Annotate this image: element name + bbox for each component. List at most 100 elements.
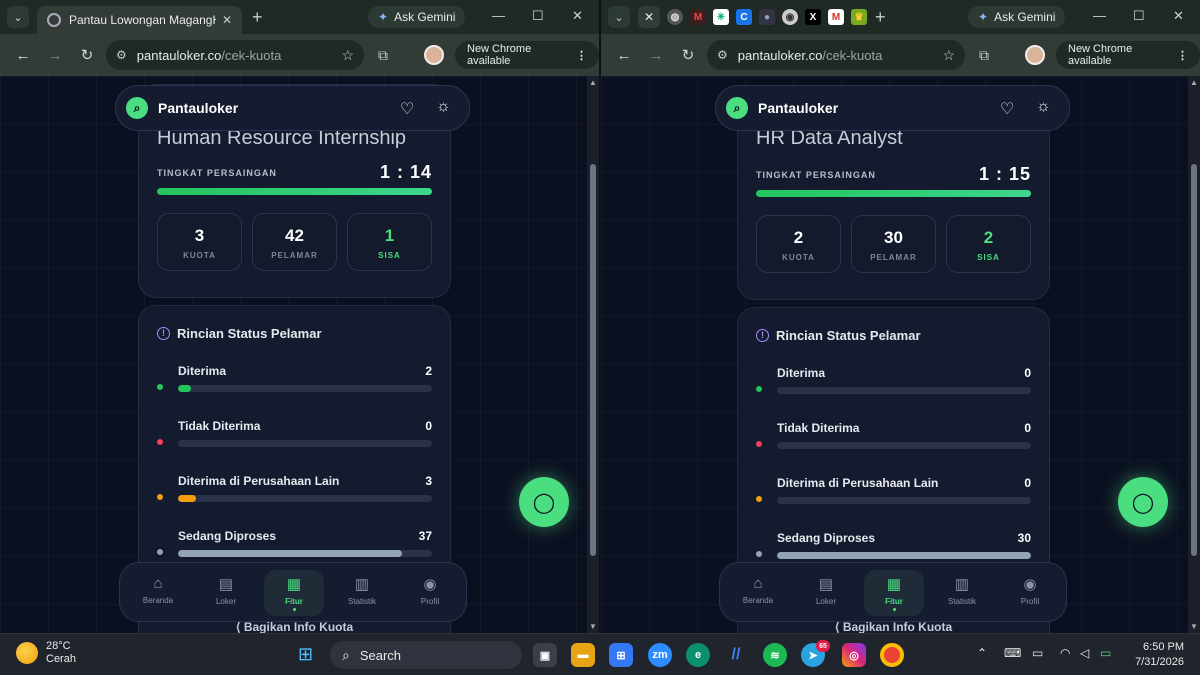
competition-label: TINGKAT PERSAINGAN (157, 168, 277, 178)
ask-gemini-button[interactable]: ✦ Ask Gemini (968, 6, 1066, 28)
address-bar[interactable]: ⚙ pantauloker.co/cek-kuota ☆ (707, 40, 965, 70)
chat-button[interactable]: ◯ (519, 477, 569, 527)
windows-start-icon[interactable]: ⊞ (298, 644, 313, 665)
store-icon[interactable]: ⊞ (609, 643, 633, 667)
tab-active[interactable]: Pantau Lowongan MagangHub ✕ (37, 6, 242, 34)
chrome-icon[interactable] (880, 643, 904, 667)
app-icon[interactable]: C (736, 9, 752, 25)
stat-pelamar: 42 PELAMAR (252, 213, 337, 271)
status-dot (157, 494, 163, 500)
site-settings-icon[interactable]: ⚙ (717, 48, 728, 62)
scroll-thumb[interactable] (1191, 164, 1197, 556)
zoom-icon[interactable]: zm (648, 643, 672, 667)
nav-item-statistik[interactable]: ▥ Statistik (332, 563, 392, 623)
file-explorer-icon[interactable]: ▬ (571, 643, 595, 667)
keyboard-icon[interactable]: ⌨ (1004, 646, 1021, 660)
new-chrome-button[interactable]: New Chrome available ⋮ (1056, 41, 1200, 69)
app-icon[interactable]: ◉ (782, 9, 798, 25)
page-content: HR Data Analyst TINGKAT PERSAINGAN 1 : 1… (601, 76, 1200, 633)
nav-item-loker[interactable]: ▤ Loker (796, 563, 856, 623)
search-logo-icon[interactable]: ⌕ (726, 97, 748, 119)
new-tab-button[interactable]: + (252, 7, 263, 28)
tab-search-button[interactable]: ⌄ (7, 6, 29, 28)
back-icon[interactable]: ← (14, 47, 32, 64)
taskbar-search[interactable]: ⌕ Search (330, 641, 522, 669)
nav-item-fitur[interactable]: ▦ Fitur (864, 570, 924, 616)
display-icon[interactable]: ▭ (1032, 646, 1043, 660)
extensions-icon[interactable]: ⧉ (378, 47, 388, 64)
nav-item-profil[interactable]: ◉ Profil (400, 563, 460, 623)
edge-icon[interactable]: e (686, 643, 710, 667)
avatar[interactable] (1025, 45, 1045, 65)
gmail-icon[interactable]: M (828, 9, 844, 25)
close-window-button[interactable]: ✕ (1173, 8, 1184, 24)
weather-sun-icon (16, 642, 38, 664)
weather-widget[interactable]: 28°C Cerah (16, 640, 76, 666)
volume-icon[interactable]: ◁ (1080, 646, 1089, 660)
x-icon[interactable]: X (805, 9, 821, 25)
nav-item-beranda[interactable]: ⌂ Beranda (728, 563, 788, 623)
extensions-icon[interactable]: ⧉ (979, 47, 989, 64)
grid-icon: ▦ (286, 576, 302, 593)
address-bar[interactable]: ⚙ pantauloker.co/cek-kuota ☆ (106, 40, 364, 70)
nav-item-statistik[interactable]: ▥ Statistik (932, 563, 992, 623)
emblem-icon[interactable]: ♛ (851, 9, 867, 25)
site-settings-icon[interactable]: ⚙ (116, 48, 127, 62)
new-tab-button[interactable]: + (875, 7, 886, 28)
status-value: 3 (425, 474, 432, 488)
forward-icon[interactable]: → (647, 47, 665, 64)
app-slash-icon[interactable]: // (724, 643, 748, 667)
minimize-button[interactable]: — (492, 8, 505, 23)
scrollbar[interactable]: ▲ ▼ (1188, 76, 1200, 633)
back-icon[interactable]: ← (615, 47, 633, 64)
nav-label: Profil (420, 597, 440, 606)
theme-toggle-icon[interactable]: ☼ (1036, 98, 1051, 116)
search-logo-icon[interactable]: ⌕ (126, 97, 148, 119)
nav-item-beranda[interactable]: ⌂ Beranda (128, 563, 188, 623)
reload-icon[interactable]: ↻ (679, 46, 697, 64)
nav-item-loker[interactable]: ▤ Loker (196, 563, 256, 623)
maximize-button[interactable]: ☐ (532, 8, 544, 24)
globe-icon[interactable]: ◍ (667, 9, 683, 25)
tab-search-button[interactable]: ⌄ (608, 6, 630, 28)
chat-button[interactable]: ◯ (1118, 477, 1168, 527)
brand-name[interactable]: Pantauloker (758, 100, 838, 116)
app-icon[interactable]: ● (759, 9, 775, 25)
maximize-button[interactable]: ☐ (1133, 8, 1145, 24)
theme-toggle-icon[interactable]: ☼ (436, 98, 451, 116)
status-card: ! Rincian Status Pelamar Diterima 2 Tidak … (138, 305, 451, 605)
nav-item-fitur[interactable]: ▦ Fitur (264, 570, 324, 616)
nav-item-profil[interactable]: ◉ Profil (1000, 563, 1060, 623)
ask-gemini-button[interactable]: ✦ Ask Gemini (368, 6, 466, 28)
app-icon[interactable]: ✳ (713, 9, 729, 25)
chevron-up-icon[interactable]: ⌃ (977, 646, 987, 660)
close-window-button[interactable]: ✕ (572, 8, 583, 24)
scroll-down-icon[interactable]: ▼ (1190, 622, 1198, 631)
forward-icon[interactable]: → (46, 47, 64, 64)
spotify-icon[interactable]: ≋ (763, 643, 787, 667)
minimize-button[interactable]: — (1093, 8, 1106, 23)
heart-icon[interactable]: ♡ (400, 99, 414, 119)
scrollbar[interactable]: ▲ ▼ (587, 76, 599, 633)
clock[interactable]: 6:50 PM 7/31/2026 (1128, 640, 1184, 670)
bookmark-star-icon[interactable]: ☆ (942, 47, 955, 64)
bookmark-star-icon[interactable]: ☆ (341, 47, 354, 64)
mail-icon[interactable]: M (690, 9, 706, 25)
close-icon[interactable]: ✕ (222, 13, 232, 27)
scroll-up-icon[interactable]: ▲ (589, 78, 597, 87)
close-tab-button[interactable]: ✕ (638, 6, 660, 28)
status-bar-track (178, 495, 432, 502)
task-view-icon[interactable]: ▣ (533, 643, 557, 667)
battery-icon[interactable]: ▭ (1100, 646, 1111, 660)
reload-icon[interactable]: ↻ (78, 46, 96, 64)
scroll-thumb[interactable] (590, 164, 596, 556)
stat-label: SISA (378, 251, 401, 260)
heart-icon[interactable]: ♡ (1000, 99, 1014, 119)
new-chrome-button[interactable]: New Chrome available ⋮ (455, 41, 599, 69)
scroll-down-icon[interactable]: ▼ (589, 622, 597, 631)
scroll-up-icon[interactable]: ▲ (1190, 78, 1198, 87)
brand-name[interactable]: Pantauloker (158, 100, 238, 116)
wifi-icon[interactable]: ◠ (1060, 646, 1070, 660)
instagram-icon[interactable]: ◎ (842, 643, 866, 667)
avatar[interactable] (424, 45, 444, 65)
